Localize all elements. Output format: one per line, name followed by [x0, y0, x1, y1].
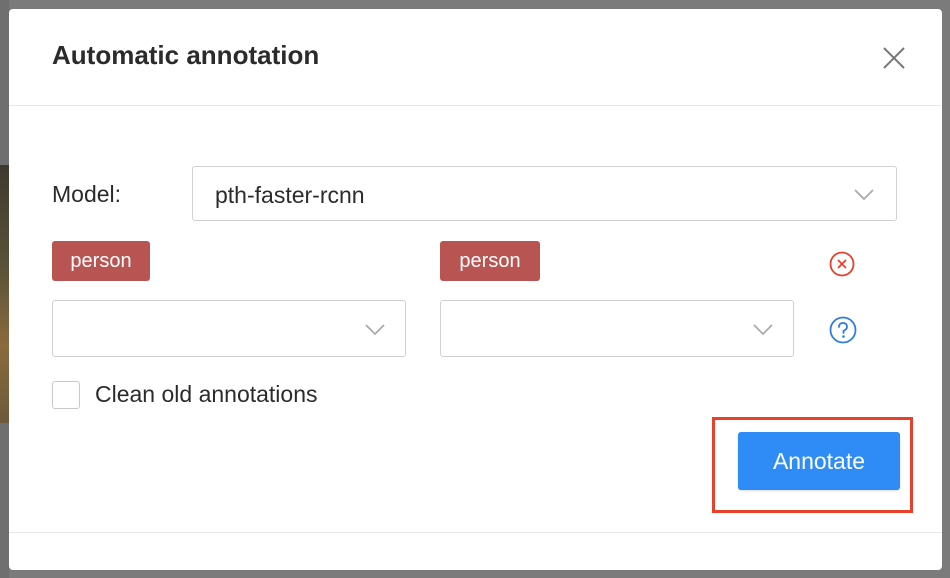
help-button[interactable] — [828, 315, 858, 345]
model-label: Model: — [52, 181, 122, 207]
background-page — [0, 0, 9, 578]
model-select-value: pth-faster-rcnn — [215, 182, 365, 208]
automatic-annotation-dialog: Automatic annotation Model: pth-faster-r… — [9, 9, 942, 570]
annotate-button[interactable]: Annotate — [738, 432, 900, 490]
remove-mapping-button[interactable] — [828, 250, 856, 278]
model-label-tag: person — [52, 241, 150, 281]
task-label-tag: person — [440, 241, 540, 281]
close-icon — [883, 47, 905, 69]
model-label-select[interactable] — [52, 300, 406, 357]
modal-header: Automatic annotation — [9, 9, 942, 106]
close-circle-icon — [829, 251, 855, 277]
modal-title: Automatic annotation — [52, 40, 320, 70]
background-strip — [9, 570, 950, 578]
clean-old-annotations-checkbox[interactable] — [52, 381, 80, 409]
model-select[interactable]: pth-faster-rcnn — [192, 166, 897, 221]
clean-old-annotations-label: Clean old annotations — [95, 381, 318, 407]
chevron-down-icon — [753, 324, 773, 336]
chevron-down-icon — [365, 324, 385, 336]
task-label-select[interactable] — [440, 300, 794, 357]
close-button[interactable] — [877, 41, 911, 75]
question-circle-icon — [829, 316, 857, 344]
background-image — [0, 165, 9, 423]
footer-divider — [9, 532, 942, 533]
chevron-down-icon — [854, 189, 874, 201]
